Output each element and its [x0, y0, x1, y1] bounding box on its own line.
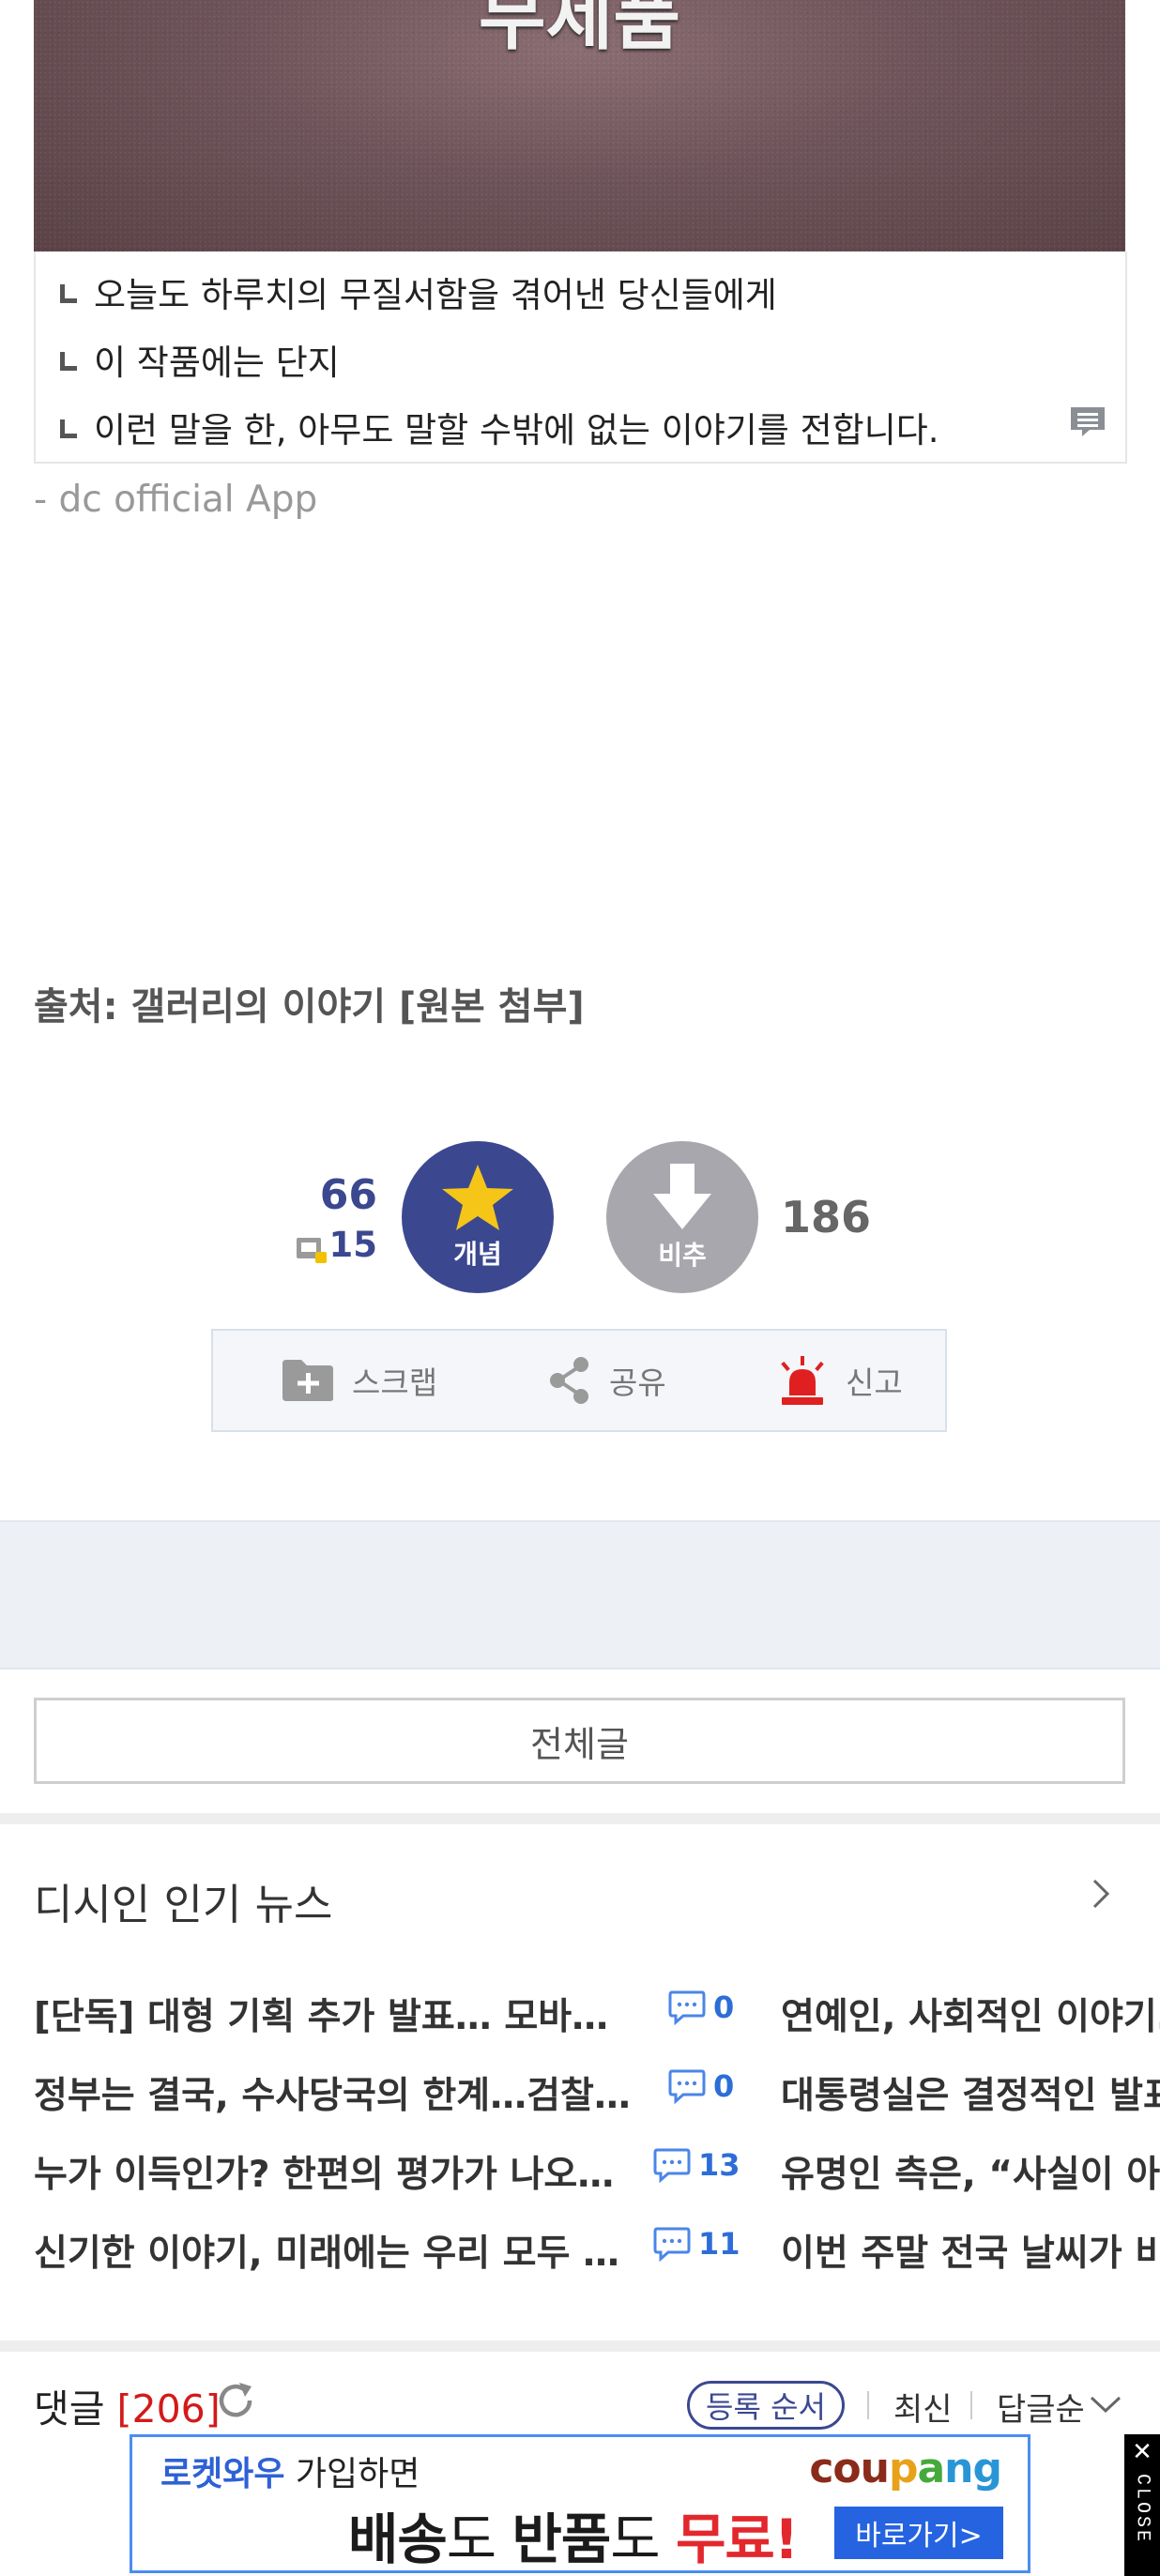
- comments-count: [206]: [116, 2386, 221, 2431]
- recommend-button[interactable]: 개념: [402, 1141, 554, 1293]
- news-comment-count: 11: [653, 2226, 740, 2262]
- ad-headline-rest: 가입하면: [284, 2455, 420, 2493]
- reply-mark-icon: [60, 284, 77, 303]
- comment-count-text: 0: [713, 2068, 735, 2104]
- post-action-bar: 스크랩 공유 신고: [211, 1329, 947, 1432]
- not-recommend-button[interactable]: 비추: [606, 1141, 758, 1293]
- news-title[interactable]: 유명인 측은, “사실이 아니: [781, 2145, 1160, 2198]
- share-label: 공유: [609, 1364, 666, 1401]
- ad-headline: 로켓와우 가입하면: [160, 2446, 420, 2495]
- ad-banner[interactable]: 로켓와우 가입하면 배송도 반품도 무료! coupang 바로가기>: [130, 2434, 1030, 2573]
- news-section-title[interactable]: 디시인 인기 뉴스: [34, 1870, 332, 1931]
- report-button[interactable]: 신고: [776, 1331, 903, 1430]
- news-title[interactable]: [단독] 대형 기획 추가 발표… 모바일 전…: [34, 1988, 634, 2040]
- comment-bubble-icon: [653, 2148, 691, 2183]
- close-label: CLOSE: [1131, 2474, 1153, 2545]
- news-title[interactable]: 신기한 이야기, 미래에는 우리 모두 할 수…: [34, 2224, 634, 2277]
- caption-line: 이런 말을 한, 아무도 말할 수밖에 없는 이야기를 전합니다.: [60, 402, 939, 452]
- ad-slogan-part: 도: [446, 2507, 512, 2571]
- recommend-label: 개념: [453, 1239, 502, 1270]
- image-title-text: 무제품: [478, 0, 681, 60]
- star-icon: [442, 1165, 513, 1230]
- ad-slogan-part: 도: [610, 2507, 677, 2571]
- ad-slogan-part: 무료!: [676, 2507, 799, 2571]
- news-row[interactable]: [단독] 대형 기획 추가 발표… 모바일 전… 0 연예인, 사회적인 이야기…: [34, 1988, 1160, 2044]
- news-comment-count: 0: [668, 1989, 734, 2025]
- comment-bubble-icon: [653, 2227, 691, 2262]
- news-title[interactable]: 이번 주말 전국 날씨가 비: [781, 2224, 1160, 2277]
- recommend-count: 66: [319, 1171, 377, 1219]
- comment-count-text: 13: [698, 2147, 740, 2183]
- comment-count-text: 11: [698, 2226, 740, 2262]
- tab-reply-order[interactable]: 답글순: [997, 2384, 1085, 2430]
- tab-divider: [970, 2391, 972, 2419]
- report-label: 신고: [846, 1364, 903, 1401]
- refresh-icon[interactable]: [214, 2379, 257, 2422]
- coupang-logo: coupang: [809, 2445, 1002, 2492]
- caption-line: 이 작품에는 단지: [60, 334, 340, 385]
- not-recommend-count: 186: [781, 1192, 872, 1242]
- section-divider: [0, 2340, 1160, 2352]
- scrap-button[interactable]: 스크랩: [281, 1331, 437, 1430]
- comments-header: 댓글 [206]: [34, 2377, 221, 2433]
- reply-mark-icon: [60, 352, 77, 371]
- post-image[interactable]: 무제품: [34, 0, 1125, 252]
- ad-rocket-text: 로켓와우: [160, 2455, 285, 2493]
- arrow-down-icon: [653, 1164, 711, 1229]
- sort-order-button[interactable]: 등록 순서: [687, 2381, 845, 2430]
- caption-box: 오늘도 하루치의 무질서함을 겪어낸 당신들에게 이 작품에는 단지 이런 말을…: [34, 252, 1127, 464]
- fixed-recommend-count: 15: [328, 1225, 378, 1265]
- share-icon: [550, 1357, 588, 1404]
- ad-slogan-part: 반품: [511, 2507, 612, 2571]
- share-button[interactable]: 공유: [547, 1331, 666, 1430]
- app-signature: - dc official App: [34, 479, 318, 521]
- ad-slogan: 배송도 반품도 무료!: [348, 2495, 799, 2571]
- ad-spacer-band: [0, 1520, 1160, 1669]
- reply-mark-icon: [60, 419, 77, 438]
- tab-divider: [867, 2391, 869, 2419]
- siren-icon: [781, 1356, 824, 1405]
- caption-line-text: 이 작품에는 단지: [94, 343, 340, 383]
- comment-bubble-icon: [668, 2069, 706, 2104]
- news-comment-count: 13: [653, 2147, 740, 2183]
- caption-line-text: 오늘도 하루치의 무질서함을 겪어낸 당신들에게: [94, 275, 777, 315]
- news-row[interactable]: 신기한 이야기, 미래에는 우리 모두 할 수… 11 이번 주말 전국 날씨가…: [34, 2224, 1160, 2280]
- news-title[interactable]: 연예인, 사회적인 이야기…: [781, 1988, 1160, 2040]
- chevron-right-icon[interactable]: [1089, 1875, 1115, 1913]
- news-title[interactable]: 대통령실은 결정적인 발표: [781, 2066, 1160, 2119]
- comment-bubble-icon: [668, 1990, 706, 2025]
- scrap-label: 스크랩: [352, 1364, 438, 1401]
- caption-line: 오늘도 하루치의 무질서함을 겪어낸 당신들에게: [60, 267, 777, 317]
- folder-add-icon: [282, 1360, 333, 1401]
- comment-count-text: 0: [713, 1989, 735, 2025]
- source-text: 출처: 갤러리의 이야기 [원본 첨부]: [34, 985, 585, 1029]
- news-row[interactable]: 누가 이득인가? 한편의 평가가 나오는 오… 13 유명인 측은, “사실이 …: [34, 2145, 1160, 2202]
- news-row[interactable]: 정부는 결국, 수사당국의 한계…검찰이 … 0 대통령실은 결정적인 발표: [34, 2066, 1160, 2123]
- close-icon: ✕: [1132, 2438, 1152, 2466]
- comments-label: 댓글: [34, 2386, 105, 2431]
- tab-latest[interactable]: 최신: [893, 2384, 953, 2430]
- news-comment-count: 0: [668, 2068, 734, 2104]
- news-title[interactable]: 누가 이득인가? 한편의 평가가 나오는 오…: [34, 2145, 634, 2198]
- ad-cta-button[interactable]: 바로가기>: [834, 2507, 1003, 2559]
- news-title[interactable]: 정부는 결국, 수사당국의 한계…검찰이 …: [34, 2066, 634, 2119]
- ad-close-button[interactable]: ✕ CLOSE: [1124, 2434, 1160, 2576]
- all-posts-button[interactable]: 전체글: [34, 1698, 1125, 1784]
- ad-slogan-part: 배송: [348, 2507, 448, 2571]
- caption-line-text: 이런 말을 한, 아무도 말할 수밖에 없는 이야기를 전합니다.: [94, 410, 939, 450]
- section-divider: [0, 1813, 1160, 1824]
- comment-icon[interactable]: [1069, 405, 1107, 437]
- chevron-down-icon[interactable]: [1089, 2394, 1122, 2415]
- not-recommend-label: 비추: [658, 1240, 707, 1271]
